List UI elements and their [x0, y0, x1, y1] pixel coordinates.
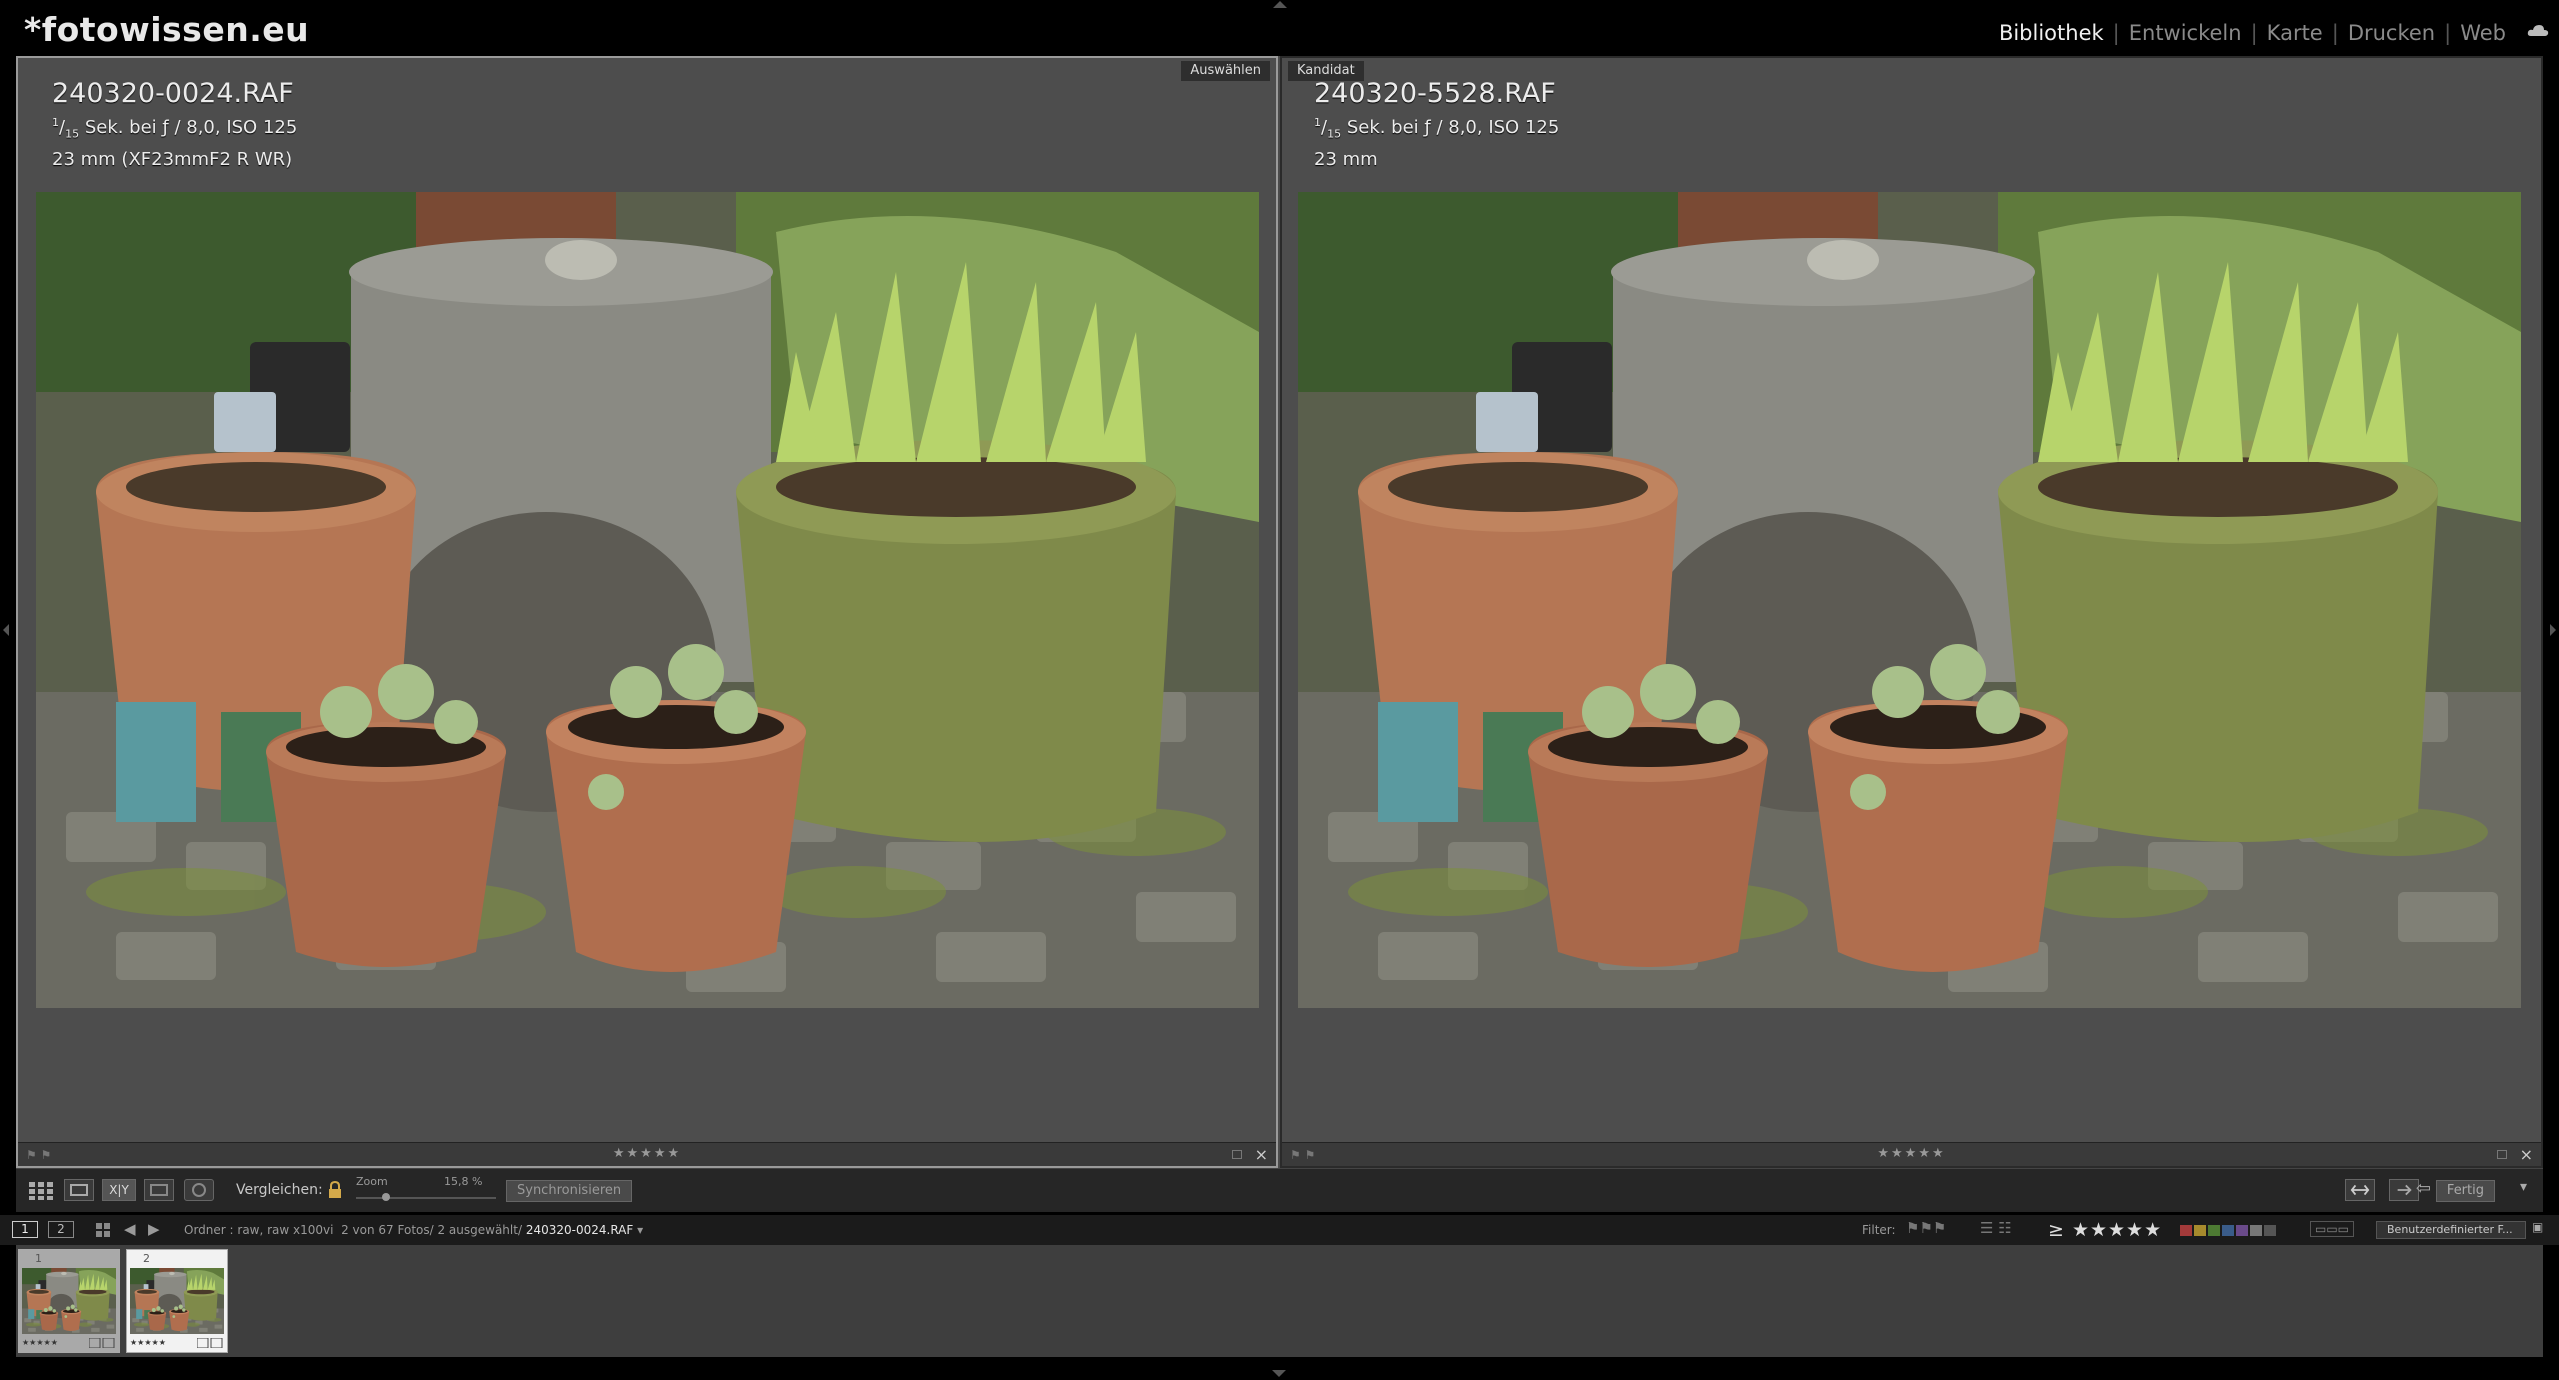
thumb-index: 1: [35, 1252, 42, 1265]
lock-icon[interactable]: [328, 1181, 342, 1199]
cloud-sync-icon[interactable]: [2527, 24, 2549, 36]
select-photo[interactable]: [36, 192, 1259, 1008]
select-panel[interactable]: Auswählen 240320-0024.RAF 1/15 Sek. bei …: [16, 56, 1278, 1168]
bottom-panel-toggle-icon[interactable]: [1272, 1370, 1286, 1377]
module-bibliothek[interactable]: Bibliothek: [1990, 21, 2113, 45]
color-swatch[interactable]: [2194, 1225, 2206, 1236]
color-swatch[interactable]: [2236, 1225, 2248, 1236]
make-select-icon[interactable]: [2389, 1179, 2419, 1201]
select-rating[interactable]: ★★★★★: [613, 1146, 681, 1161]
select-footer: ⚑ ⚑ ★★★★★ ×: [18, 1142, 1276, 1166]
select-filename: 240320-0024.RAF: [52, 78, 294, 109]
candidate-lens: 23 mm: [1314, 148, 1378, 170]
color-swatch[interactable]: [2208, 1225, 2220, 1236]
zoom-slider-handle[interactable]: [382, 1193, 391, 1201]
sync-button[interactable]: Synchronisieren: [506, 1180, 633, 1202]
forward-arrow-icon[interactable]: ▶: [148, 1220, 160, 1238]
thumb-index: 2: [143, 1252, 150, 1265]
toolbar-menu-chevron-icon[interactable]: ▾: [2520, 1179, 2527, 1195]
thumb-badge-icon: [89, 1338, 115, 1348]
custom-filter-select[interactable]: Benutzerdefinierter F...: [2376, 1221, 2526, 1239]
color-swatch[interactable]: [2180, 1225, 2192, 1236]
thumb-badge-icon: [197, 1338, 223, 1348]
edit-filter-icon[interactable]: ☰ ☷: [1980, 1219, 2012, 1237]
thumb-rating: ★★★★★: [130, 1338, 166, 1347]
select-exposure: 1/15 Sek. bei ƒ / 8,0, ISO 125: [52, 116, 298, 141]
module-karte[interactable]: Karte: [2258, 21, 2332, 45]
compare-toolbar: X|Y Vergleichen: Zoom 15,8 % Synchronisi…: [16, 1168, 2543, 1212]
done-button[interactable]: Fertig: [2435, 1180, 2495, 1202]
module-picker: Bibliothek | Entwickeln | Karte | Drucken | …: [1990, 21, 2515, 45]
grid-icon[interactable]: [96, 1223, 110, 1237]
candidate-footer: ⚑ ⚑ ★★★★★ ×: [1282, 1142, 2541, 1166]
secondary-display-button[interactable]: 2: [48, 1221, 74, 1238]
thumb-rating: ★★★★★: [22, 1338, 58, 1347]
rating-filter[interactable]: ≥ ★★★★★: [2048, 1219, 2162, 1241]
color-swatch[interactable]: [2250, 1225, 2262, 1236]
candidate-filename: 240320-5528.RAF: [1314, 78, 1556, 109]
zoom-value: 15,8 %: [444, 1175, 483, 1188]
top-panel-toggle-icon[interactable]: [1273, 1, 1287, 8]
candidate-panel[interactable]: Kandidat 240320-5528.RAF 1/15 Sek. bei ƒ…: [1280, 56, 2543, 1168]
survey-view-button[interactable]: [144, 1179, 174, 1201]
brand-logo: *fotowissen.eu: [24, 10, 310, 49]
select-info-overlay: 240320-0024.RAF 1/15 Sek. bei ƒ / 8,0, I…: [52, 78, 297, 172]
close-icon[interactable]: ×: [1255, 1145, 1268, 1164]
close-icon[interactable]: ×: [2520, 1145, 2533, 1164]
source-breadcrumb[interactable]: Ordner : raw, raw x100vi 2 von 67 Fotos/…: [184, 1223, 643, 1237]
grid-view-icon[interactable]: [28, 1181, 54, 1201]
filmstrip-thumb[interactable]: 1 ★★★★★: [18, 1249, 120, 1353]
primary-display-button[interactable]: 1: [12, 1221, 38, 1238]
right-panel-toggle-icon[interactable]: [2550, 624, 2556, 636]
swap-icon[interactable]: [2345, 1179, 2375, 1201]
zoom-label: Zoom: [356, 1175, 388, 1188]
module-entwickeln[interactable]: Entwickeln: [2120, 21, 2251, 45]
flag-filter-icon[interactable]: ⚑⚑⚑: [1906, 1219, 1946, 1237]
kind-filter-icon[interactable]: ▭▭▭: [2310, 1221, 2355, 1237]
color-swatch[interactable]: [2222, 1225, 2234, 1236]
select-lens: 23 mm (XF23mmF2 R WR): [52, 148, 293, 170]
color-label-icon[interactable]: [2497, 1150, 2507, 1159]
thumb-image: [130, 1268, 224, 1334]
previous-icon[interactable]: ⇦: [2416, 1178, 2431, 1199]
loupe-view-button[interactable]: [64, 1179, 94, 1201]
candidate-info-overlay: 240320-5528.RAF 1/15 Sek. bei ƒ / 8,0, I…: [1314, 78, 1559, 172]
compare-view: Auswählen 240320-0024.RAF 1/15 Sek. bei …: [16, 56, 2543, 1168]
filmstrip: 1 ★★★★★ 2 ★★★★★: [16, 1245, 2543, 1357]
filter-label: Filter:: [1862, 1223, 1896, 1237]
thumb-image: [22, 1268, 116, 1334]
filmstrip-thumb[interactable]: 2 ★★★★★: [126, 1249, 228, 1353]
color-swatch[interactable]: [2264, 1225, 2276, 1236]
module-drucken[interactable]: Drucken: [2339, 21, 2444, 45]
flag-icon[interactable]: ⚑ ⚑: [26, 1148, 51, 1162]
back-arrow-icon[interactable]: ◀: [124, 1220, 136, 1238]
flag-icon[interactable]: ⚑ ⚑: [1290, 1148, 1315, 1162]
module-web[interactable]: Web: [2451, 21, 2515, 45]
zoom-slider[interactable]: [356, 1197, 496, 1199]
candidate-photo[interactable]: [1298, 192, 2521, 1008]
people-view-button[interactable]: [184, 1179, 214, 1201]
compare-view-button[interactable]: X|Y: [102, 1179, 136, 1201]
candidate-rating[interactable]: ★★★★★: [1877, 1146, 1945, 1161]
select-tag: Auswählen: [1181, 61, 1270, 81]
color-label-icon[interactable]: [1232, 1150, 1242, 1159]
filter-lock-icon[interactable]: ▣: [2532, 1220, 2543, 1234]
top-bar: *fotowissen.eu Bibliothek | Entwickeln | K…: [0, 0, 2559, 56]
left-panel-toggle-icon[interactable]: [3, 624, 9, 636]
filmstrip-header: 1 2 ◀ ▶ Ordner : raw, raw x100vi 2 von 6…: [0, 1215, 2559, 1245]
candidate-exposure: 1/15 Sek. bei ƒ / 8,0, ISO 125: [1314, 116, 1560, 141]
compare-label: Vergleichen:: [236, 1182, 323, 1198]
